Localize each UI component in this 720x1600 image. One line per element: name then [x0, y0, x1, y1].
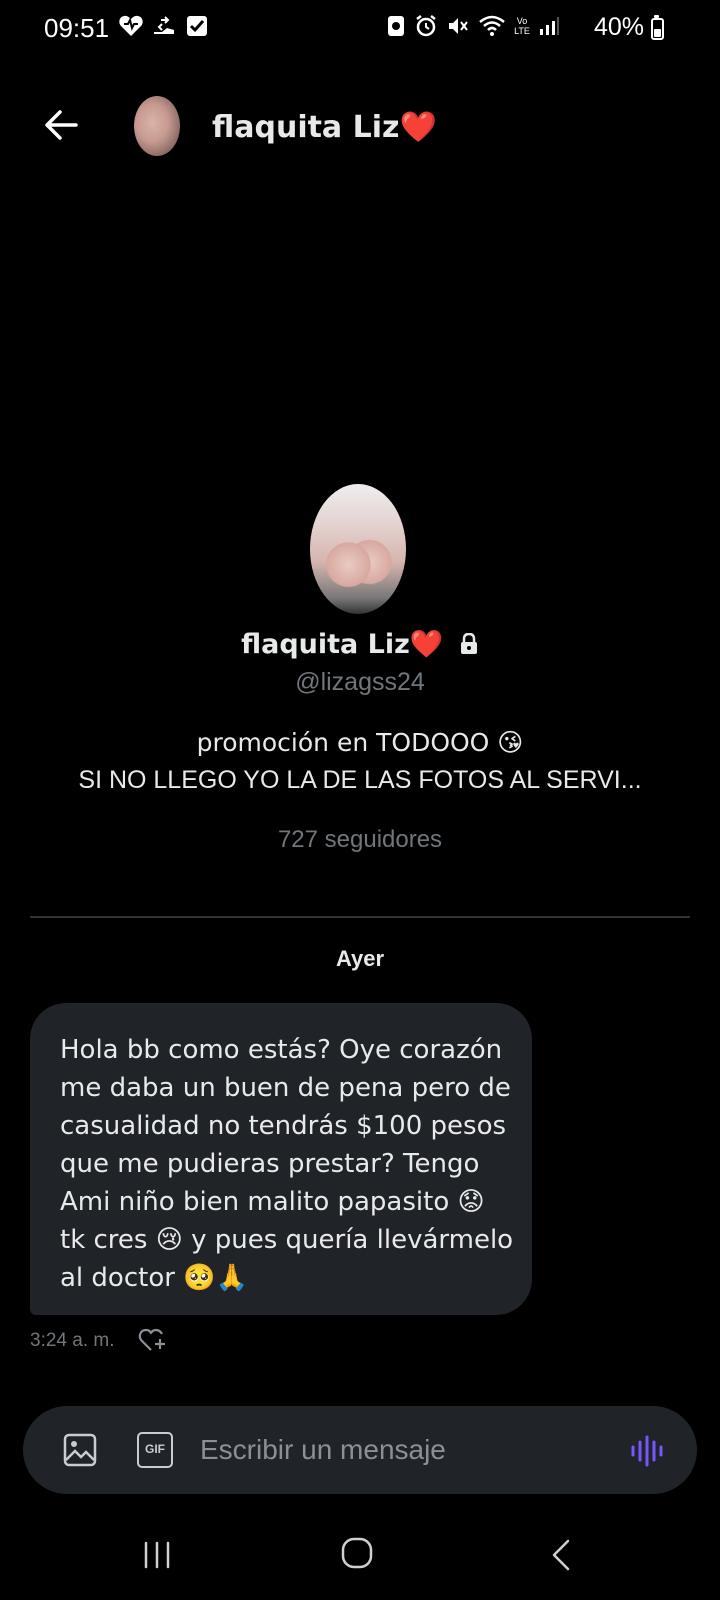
header-avatar[interactable] [134, 96, 180, 156]
image-icon[interactable] [62, 1432, 98, 1468]
status-time: 09:51 [44, 13, 110, 43]
wifi-icon [479, 15, 505, 36]
status-system-icons: Vo LTE [386, 14, 560, 38]
battery-icon [651, 18, 664, 40]
divider [30, 916, 690, 918]
profile-handle: @lizagss24 [295, 668, 425, 696]
alarm-icon [416, 15, 436, 37]
profile-avatar[interactable] [310, 484, 406, 614]
date-separator: Ayer [335, 946, 385, 971]
recent-apps-icon[interactable] [140, 1540, 174, 1570]
volte-label: Vo LTE [514, 16, 530, 36]
header-name[interactable]: flaquita Liz❤️ [212, 110, 437, 145]
voice-message-icon[interactable] [630, 1433, 666, 1469]
profile-bio-line-1: promoción en TODOOO 😘 [196, 728, 524, 757]
message-line: me daba un buen de pena pero de [60, 1073, 511, 1103]
hands-notification-icon [154, 16, 174, 34]
message-line: que me pudieras prestar? Tengo [60, 1149, 480, 1179]
check-notification-icon [187, 16, 207, 36]
status-notification-icons [118, 14, 208, 38]
heart-plus-icon[interactable] [138, 1325, 168, 1353]
profile-name-row: flaquita Liz❤️ [0, 628, 720, 660]
followers-count[interactable]: 727 seguidores [0, 826, 720, 854]
lock-icon [460, 632, 477, 654]
message-bubble[interactable]: Hola bb como estás? Oye corazón me daba … [30, 1003, 532, 1315]
profile-name: flaquita Liz❤️ [241, 629, 444, 660]
screenshot-icon [388, 16, 404, 36]
message-line: Hola bb como estás? Oye corazón [60, 1035, 503, 1065]
signal-icon [540, 17, 559, 35]
message-line: casualidad no tendrás $100 pesos [60, 1111, 507, 1141]
nav-back-icon[interactable] [548, 1538, 574, 1572]
arrow-left-icon[interactable] [40, 104, 82, 146]
heart-notification-icon [119, 15, 143, 37]
mute-icon [449, 18, 468, 34]
message-line: Ami niño bien malito papasito 😟 [60, 1187, 485, 1217]
message-time: 3:24 a. m. [30, 1330, 115, 1351]
message-line: al doctor 🥺🙏 [60, 1263, 248, 1293]
message-line: tk cres 😢 y pues quería llevármelo [60, 1225, 514, 1255]
battery-percent: 40% [593, 13, 644, 41]
message-input[interactable] [200, 1432, 590, 1468]
gif-button[interactable]: GIF [137, 1432, 173, 1468]
home-icon[interactable] [340, 1536, 374, 1570]
profile-bio-line-2: SI NO LLEGO YO LA DE LAS FOTOS AL SERVI.… [78, 766, 642, 794]
